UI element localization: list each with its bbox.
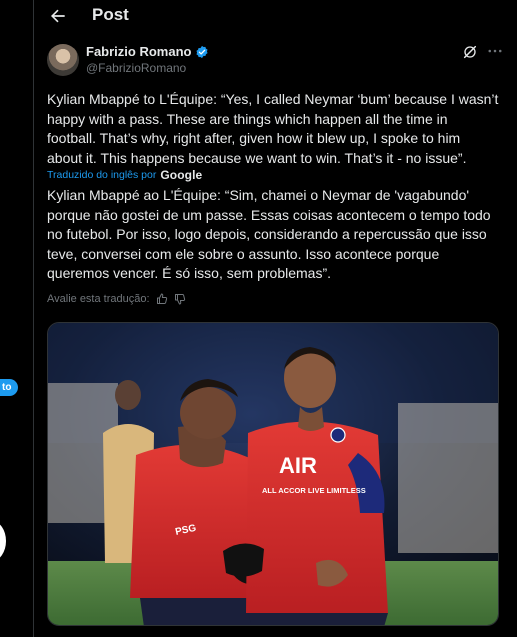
thumbs-up-icon[interactable]: [156, 293, 168, 305]
author-block: Fabrizio Romano @FabrizioRomano: [86, 44, 209, 75]
avatar[interactable]: [47, 44, 79, 76]
back-arrow-icon[interactable]: [48, 6, 68, 26]
author-name[interactable]: Fabrizio Romano: [86, 44, 191, 59]
rate-translation-label: Avalie esta tradução:: [47, 293, 150, 305]
shirt-sponsor-text: ALL ACCOR LIVE LIMITLESS: [262, 486, 366, 495]
left-nav-rail: to: [0, 0, 34, 637]
thumbs-down-icon[interactable]: [174, 293, 186, 305]
translation-attribution: Traduzido do inglês por Google: [47, 168, 202, 182]
more-options-icon[interactable]: [486, 42, 504, 60]
rail-circle-button[interactable]: [0, 521, 6, 561]
main-column: Post Fabrizio Romano @FabrizioRomano Kyl…: [34, 0, 517, 637]
translated-text-line: no futebol. Por isso, logo depois, consi…: [47, 226, 487, 242]
author-handle[interactable]: @FabrizioRomano: [86, 61, 209, 75]
rail-pill-button[interactable]: to: [0, 379, 18, 396]
tweet-text-line: happy with a pass. These are things whic…: [47, 110, 448, 127]
translated-by-label[interactable]: Traduzido do inglês por: [47, 169, 156, 181]
page-title: Post: [92, 5, 129, 24]
translated-text: Kylian Mbappé ao L'Équipe: “Sim, chamei …: [47, 186, 509, 284]
google-logo: Google: [160, 168, 203, 182]
tweet-text-line: Kylian Mbappé to L'Équipe: “Yes, I calle…: [47, 91, 499, 107]
tweet-media-photo[interactable]: PSG AIR ALL ACCOR LIVE LIMITLESS: [47, 322, 499, 626]
shirt-brand-text: AIR: [279, 453, 317, 478]
translated-text-line: queremos vencer. É só isso, sem problema…: [47, 265, 332, 281]
photo-illustration: PSG AIR ALL ACCOR LIVE LIMITLESS: [48, 323, 498, 625]
verified-badge-icon: [196, 45, 208, 58]
page-header: Post: [34, 0, 517, 32]
tweet-text-line: football. That’s why, right after, given…: [47, 130, 461, 146]
translated-text-line: porque não gostei de um passe. Essas coi…: [47, 206, 491, 223]
rate-translation: Avalie esta tradução:: [47, 293, 186, 305]
tweet-text-line: about it. This happens because we want t…: [47, 149, 467, 166]
tweet-text: Kylian Mbappé to L'Équipe: “Yes, I calle…: [47, 90, 509, 168]
translated-text-line: teve, conversei com ele sobre o assunto.…: [47, 245, 440, 262]
grok-icon[interactable]: [462, 44, 478, 60]
glove: [223, 543, 264, 577]
translated-text-line: Kylian Mbappé ao L'Équipe: “Sim, chamei …: [47, 187, 470, 203]
